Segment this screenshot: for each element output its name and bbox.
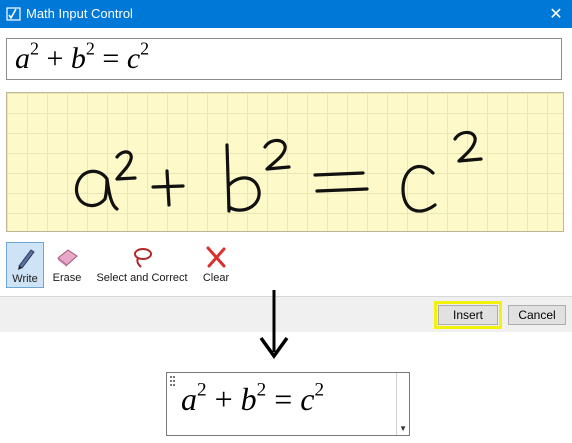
- dropdown-arrow-icon[interactable]: ▼: [399, 424, 407, 433]
- write-tool[interactable]: Write: [6, 242, 44, 288]
- handwritten-ink-strokes: [74, 130, 483, 213]
- math-input-window: Math Input Control ✕ a2 + b2 = c2 Write …: [0, 0, 572, 332]
- output-a-exponent: 2: [197, 379, 207, 401]
- select-and-correct-tool-label: Select and Correct: [96, 272, 188, 284]
- inserted-equation-box[interactable]: a2 + b2 = c2 ▼: [166, 372, 410, 436]
- preview-equals: =: [102, 42, 120, 75]
- tool-bar: Write Erase Select and Correct Clear: [0, 240, 572, 292]
- output-equals: =: [274, 381, 293, 417]
- cancel-button[interactable]: Cancel: [508, 305, 566, 325]
- erase-tool[interactable]: Erase: [50, 242, 84, 288]
- preview-c-exponent: 2: [140, 38, 150, 59]
- select-and-correct-tool[interactable]: Select and Correct: [92, 242, 192, 288]
- output-c-exponent: 2: [314, 379, 325, 401]
- down-arrow-icon: [259, 290, 289, 359]
- output-b-exponent: 2: [256, 379, 267, 401]
- insert-button[interactable]: Insert: [434, 301, 502, 329]
- writing-pad[interactable]: [6, 92, 564, 232]
- output-c: c: [300, 381, 315, 417]
- pen-icon: [18, 249, 35, 270]
- preview-a-exponent: 2: [30, 38, 39, 59]
- write-tool-label: Write: [12, 273, 38, 285]
- output-plus: +: [214, 381, 233, 417]
- preview-c: c: [126, 42, 141, 75]
- preview-b: b: [70, 42, 86, 75]
- close-button[interactable]: ✕: [540, 0, 572, 28]
- output-b: b: [240, 381, 257, 417]
- lasso-icon: [134, 248, 152, 268]
- math-input-app-icon: [6, 7, 21, 21]
- preview-a: a: [15, 42, 30, 75]
- equation-scrollbar[interactable]: ▼: [396, 373, 409, 435]
- clear-tool[interactable]: Clear: [198, 242, 234, 288]
- eraser-icon: [57, 249, 78, 267]
- preview-b-exponent: 2: [85, 38, 95, 59]
- preview-plus: +: [46, 42, 64, 75]
- window-title: Math Input Control: [26, 6, 133, 21]
- move-handle-icon[interactable]: [170, 376, 176, 386]
- output-a: a: [181, 381, 197, 417]
- inserted-equation: a2 + b2 = c2: [181, 381, 324, 418]
- clear-x-icon: [206, 246, 226, 268]
- preview-equation: a2 + b2 = c2: [15, 38, 150, 76]
- recognized-preview: a2 + b2 = c2: [6, 38, 562, 80]
- title-bar: Math Input Control ✕: [0, 0, 572, 28]
- clear-tool-label: Clear: [202, 272, 230, 284]
- erase-tool-label: Erase: [52, 272, 82, 284]
